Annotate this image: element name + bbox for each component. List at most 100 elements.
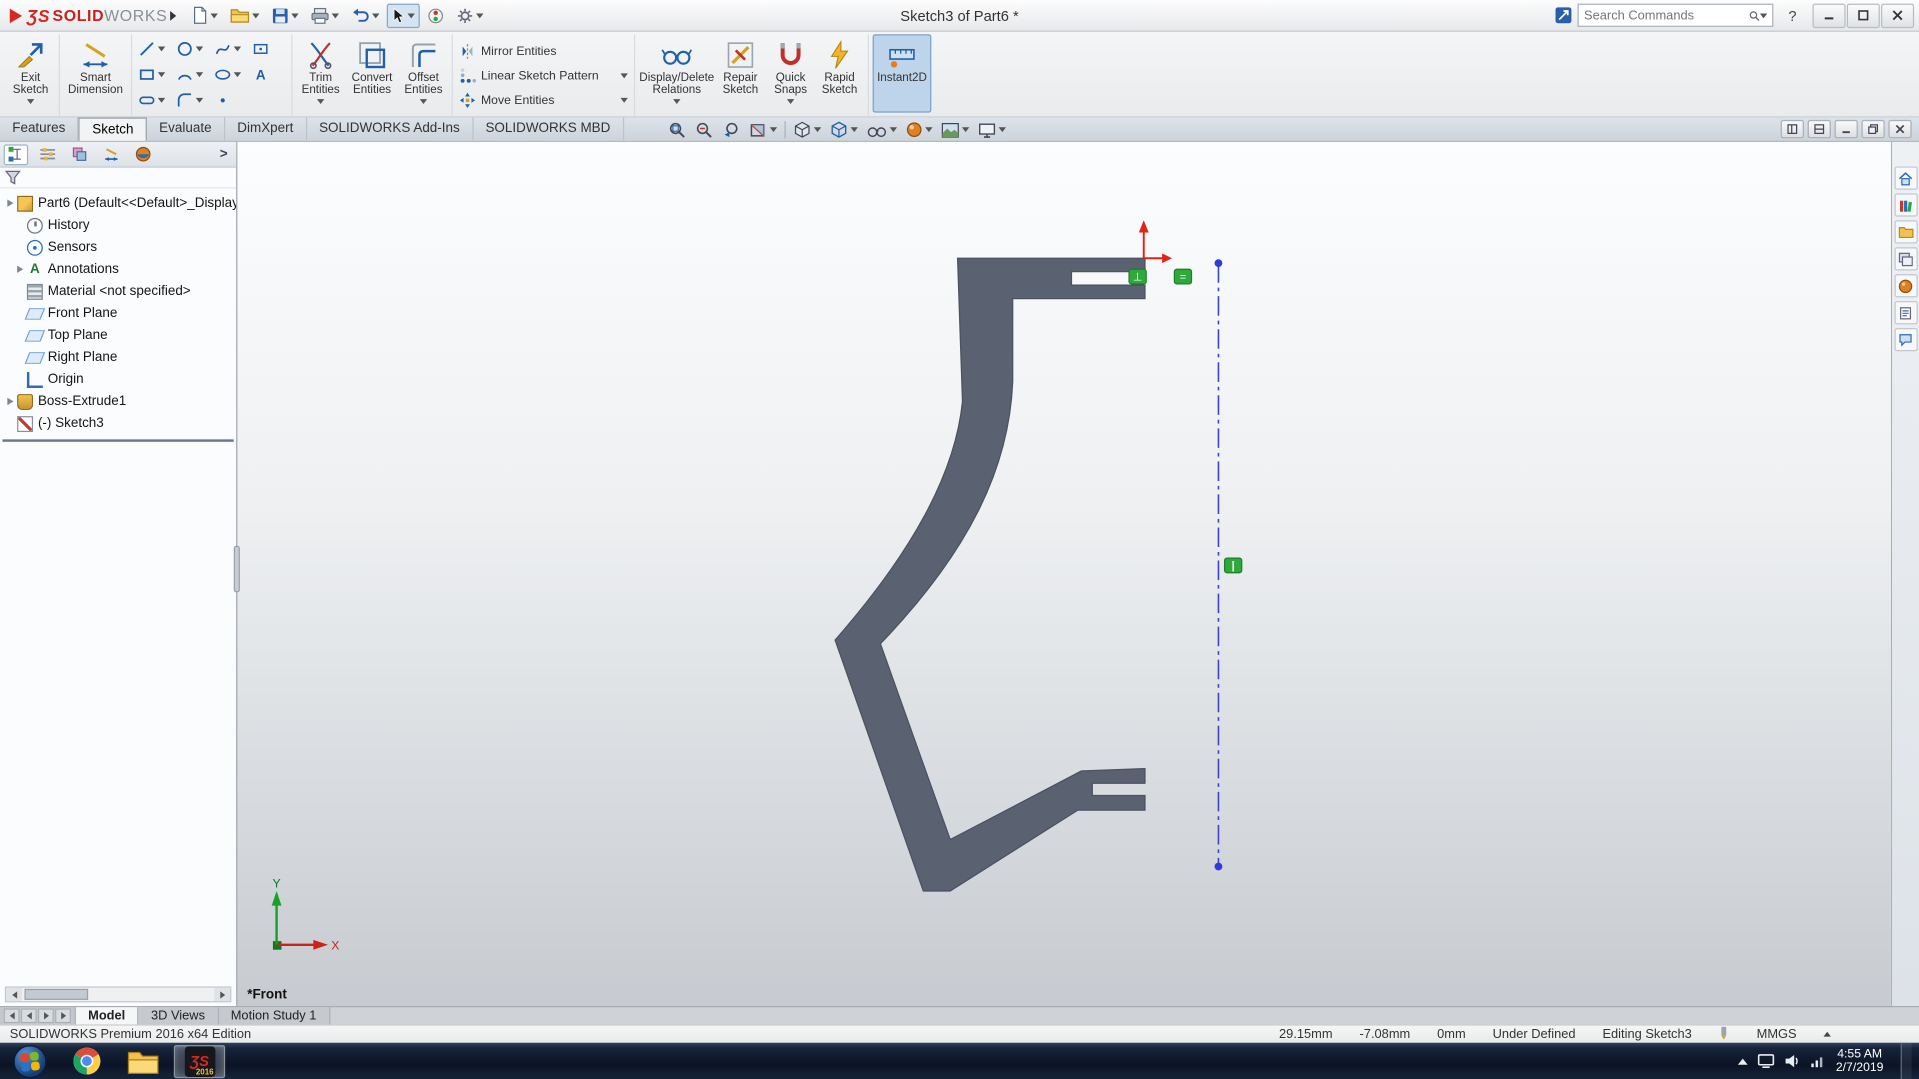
sketch-endpoint-bottom[interactable] [1214,862,1223,871]
configurationmanager-tab[interactable] [67,144,91,165]
expander-icon[interactable] [17,265,24,273]
chevron-down-icon[interactable] [786,99,795,105]
relation-badge[interactable]: | [1223,557,1243,574]
chevron-down-icon[interactable] [233,71,242,77]
show-desktop-button[interactable] [1900,1042,1912,1079]
custom-properties-tab[interactable] [1893,301,1918,325]
scroll-right-button[interactable] [214,987,231,1002]
edit-appearance-button[interactable] [902,119,936,141]
search-input[interactable] [1584,7,1750,23]
new-document-button[interactable] [186,3,223,27]
scroll-left-button[interactable] [6,987,23,1002]
tab-3d-views[interactable]: 3D Views [138,1007,219,1025]
spline-tool-button[interactable] [212,40,250,57]
text-tool-button[interactable]: A [250,65,288,82]
chrome-taskbar-button[interactable] [61,1045,112,1078]
chevron-down-icon[interactable] [961,127,970,133]
tree-item-part6[interactable]: Part6 (Default<<Default>_Display State [0,192,236,214]
file-explorer-tab[interactable] [1893,220,1918,244]
panel-expand-button[interactable]: > [215,147,233,162]
undo-button[interactable] [346,3,384,27]
hide-show-items-button[interactable] [863,119,901,141]
open-button[interactable] [225,3,264,27]
smart-dimension-button[interactable]: Smart Dimension [64,34,128,112]
tree-item-origin[interactable]: Origin [0,368,236,390]
tree-item-sketch3[interactable]: (-) Sketch3 [0,412,236,434]
view-settings-button[interactable] [974,119,1009,141]
expander-icon[interactable] [7,397,14,406]
design-library-tab[interactable] [1893,193,1918,217]
chevron-down-icon[interactable] [233,45,242,51]
pane-split-button[interactable] [1807,119,1831,139]
repair-sketch-button[interactable]: Repair Sketch [715,34,766,112]
graphics-viewport[interactable]: ⊥ = | Y X *Front [237,141,1891,1007]
tab-model[interactable]: Model [75,1007,139,1025]
tab-solidworks-mbd[interactable]: SOLIDWORKS MBD [473,117,624,141]
move-entities-button[interactable]: Move Entities [456,89,630,111]
scrollbar-thumb[interactable] [24,988,89,1000]
fillet-tool-button[interactable] [174,91,212,108]
chevron-down-icon[interactable] [620,97,628,103]
chevron-down-icon[interactable] [195,45,204,51]
trim-entities-button[interactable]: Trim Entities [296,34,345,112]
network-tray-icon[interactable] [1810,1054,1826,1069]
previous-view-button[interactable] [718,119,744,141]
ellipse-tool-button[interactable] [212,65,250,82]
close-button[interactable] [1881,3,1915,28]
chevron-down-icon[interactable] [998,127,1007,133]
menu-expand-icon[interactable] [169,10,176,21]
forum-tab[interactable] [1893,327,1918,352]
quick-snaps-button[interactable]: Quick Snaps [766,34,815,112]
tree-item-sensors[interactable]: Sensors [0,236,236,258]
tree-item-annotations[interactable]: A Annotations [0,258,236,280]
instant2d-button[interactable]: Instant2D [872,34,932,113]
circle-tool-button[interactable] [174,40,212,57]
point-tool-button[interactable] [212,91,250,108]
exit-sketch-button[interactable]: Exit Sketch [6,34,55,112]
chevron-down-icon[interactable] [889,127,898,133]
chevron-down-icon[interactable] [620,73,628,79]
print-button[interactable] [306,3,344,27]
chevron-down-icon[interactable] [813,127,822,133]
minimize-doc-button[interactable] [1834,119,1858,139]
unit-system[interactable]: MMGS [1757,1027,1797,1042]
apply-scene-button[interactable] [937,119,972,141]
zoom-fit-button[interactable] [665,119,691,141]
appearances-tab[interactable] [1893,274,1918,298]
tab-solidworks-add-ins[interactable]: SOLIDWORKS Add-Ins [307,117,474,141]
sketch-origin-marker[interactable] [1138,220,1172,264]
show-hidden-icons-button[interactable] [1737,1058,1748,1065]
taskbar-clock[interactable]: 4:55 AM 2/7/2019 [1836,1048,1884,1075]
chevron-down-icon[interactable] [419,99,428,105]
expander-icon[interactable] [7,199,14,207]
sketch-profile[interactable] [834,257,1146,892]
center-rectangle-tool-button[interactable] [250,40,288,57]
chevron-down-icon[interactable] [157,97,166,103]
tree-horizontal-scrollbar[interactable] [4,986,232,1003]
help-button[interactable]: ? [1779,7,1807,24]
select-button[interactable] [386,3,420,28]
chevron-down-icon[interactable] [769,127,778,133]
start-button[interactable] [2,1044,56,1078]
slot-tool-button[interactable] [136,91,174,108]
resources-tab[interactable] [1893,166,1918,190]
unit-dropdown-icon[interactable] [1823,1031,1831,1037]
tab-evaluate[interactable]: Evaluate [147,117,226,141]
line-tool-button[interactable] [136,40,174,57]
zoom-area-button[interactable] [691,119,717,141]
tree-item-material[interactable]: Material <not specified> [0,280,236,302]
first-tab-button[interactable] [3,1008,20,1024]
mirror-entities-button[interactable]: Mirror Entities [456,40,630,62]
chevron-down-icon[interactable] [195,71,204,77]
pane-left-button[interactable] [1780,119,1804,139]
chevron-down-icon[interactable] [316,99,325,105]
linear-sketch-pattern-button[interactable]: Linear Sketch Pattern [456,65,630,87]
tree-item-front-plane[interactable]: Front Plane [0,302,236,324]
chevron-down-icon[interactable] [26,99,35,105]
arc-tool-button[interactable] [174,65,212,82]
propertymanager-tab[interactable] [35,144,59,165]
convert-entities-button[interactable]: Convert Entities [345,34,399,112]
file-explorer-taskbar-button[interactable] [117,1045,168,1078]
display-delete-relations-button[interactable]: Display/Delete Relations [639,34,715,112]
search-icon[interactable] [1749,8,1760,23]
